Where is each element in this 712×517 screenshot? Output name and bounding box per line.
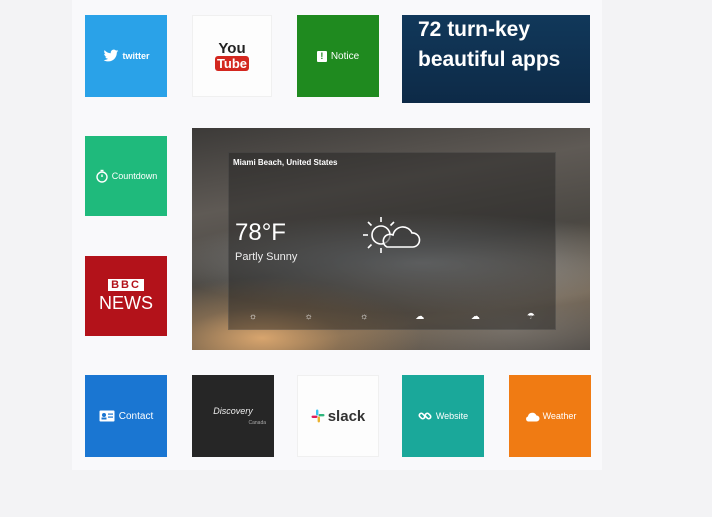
- website-label: Website: [435, 411, 469, 421]
- twitter-bird-icon: [103, 49, 119, 63]
- slack-logo-icon: [311, 409, 325, 423]
- notice-tile[interactable]: ! Notice: [297, 15, 379, 97]
- weather-stat: [545, 248, 547, 259]
- weather-temperature: 78°F: [235, 219, 286, 246]
- forecast-icon: ☼: [304, 311, 313, 321]
- twitter-tile[interactable]: twitter: [85, 15, 167, 97]
- slack-label: slack: [327, 407, 366, 425]
- discovery-sub: Canada: [248, 420, 266, 426]
- weather-stat: [545, 226, 547, 237]
- promo-text: 72 turn-key beautiful apps: [418, 18, 561, 71]
- partly-sunny-icon: [359, 211, 425, 266]
- forecast-day: ☼: [233, 310, 273, 323]
- forecast-day: ☁: [455, 310, 495, 323]
- discovery-logo: Discovery: [213, 406, 253, 416]
- youtube-logo-top: You: [218, 40, 246, 57]
- forecast-icon: ☁: [415, 311, 425, 321]
- notice-icon: !: [316, 50, 327, 62]
- website-tile[interactable]: Website: [402, 375, 484, 457]
- cloud-icon: [524, 411, 540, 422]
- forecast-day: ☁: [400, 310, 440, 323]
- forecast-icon: ☼: [248, 311, 258, 321]
- contact-card-icon: [99, 410, 115, 422]
- weather-panel: Miami Beach, United States 78°F Partly S…: [228, 152, 556, 330]
- youtube-logo-bottom: Tube: [214, 56, 250, 71]
- contact-label: Contact: [118, 410, 154, 422]
- forecast-day: ☼: [344, 310, 384, 323]
- weather-app-label: Weather: [542, 411, 577, 421]
- bbc-news-tile[interactable]: BBC NEWS: [85, 256, 167, 336]
- discovery-tile[interactable]: Discovery Canada: [192, 375, 274, 457]
- forecast-icon: ☼: [360, 311, 369, 321]
- bbc-logo: BBC: [108, 279, 144, 291]
- stopwatch-icon: [95, 169, 109, 183]
- youtube-tile[interactable]: You Tube: [192, 15, 272, 97]
- weather-forecast: ☼ ☼ ☼ ☁ ☁ ☂: [233, 310, 551, 323]
- weather-stat: [545, 259, 547, 270]
- weather-stat: [545, 237, 547, 248]
- contact-tile[interactable]: Contact: [85, 375, 167, 457]
- promo-tile[interactable]: 72 turn-key beautiful apps: [402, 15, 590, 103]
- countdown-tile[interactable]: Countdown: [85, 136, 167, 216]
- countdown-label: Countdown: [111, 171, 158, 181]
- weather-stats: [545, 215, 547, 270]
- slack-tile[interactable]: slack: [297, 375, 379, 457]
- weather-condition: Partly Sunny: [235, 251, 298, 263]
- weather-stat: [545, 215, 547, 226]
- forecast-icon: ☂: [526, 311, 535, 321]
- notice-label: Notice: [330, 50, 360, 62]
- weather-widget[interactable]: Miami Beach, United States 78°F Partly S…: [192, 128, 590, 350]
- news-logo: NEWS: [99, 293, 153, 313]
- link-icon: [418, 409, 432, 423]
- twitter-label: twitter: [122, 51, 150, 61]
- forecast-day: ☼: [289, 310, 329, 323]
- forecast-day: ☂: [511, 310, 551, 323]
- weather-app-tile[interactable]: Weather: [509, 375, 591, 457]
- forecast-icon: ☁: [470, 311, 480, 321]
- weather-location: Miami Beach, United States: [233, 158, 338, 167]
